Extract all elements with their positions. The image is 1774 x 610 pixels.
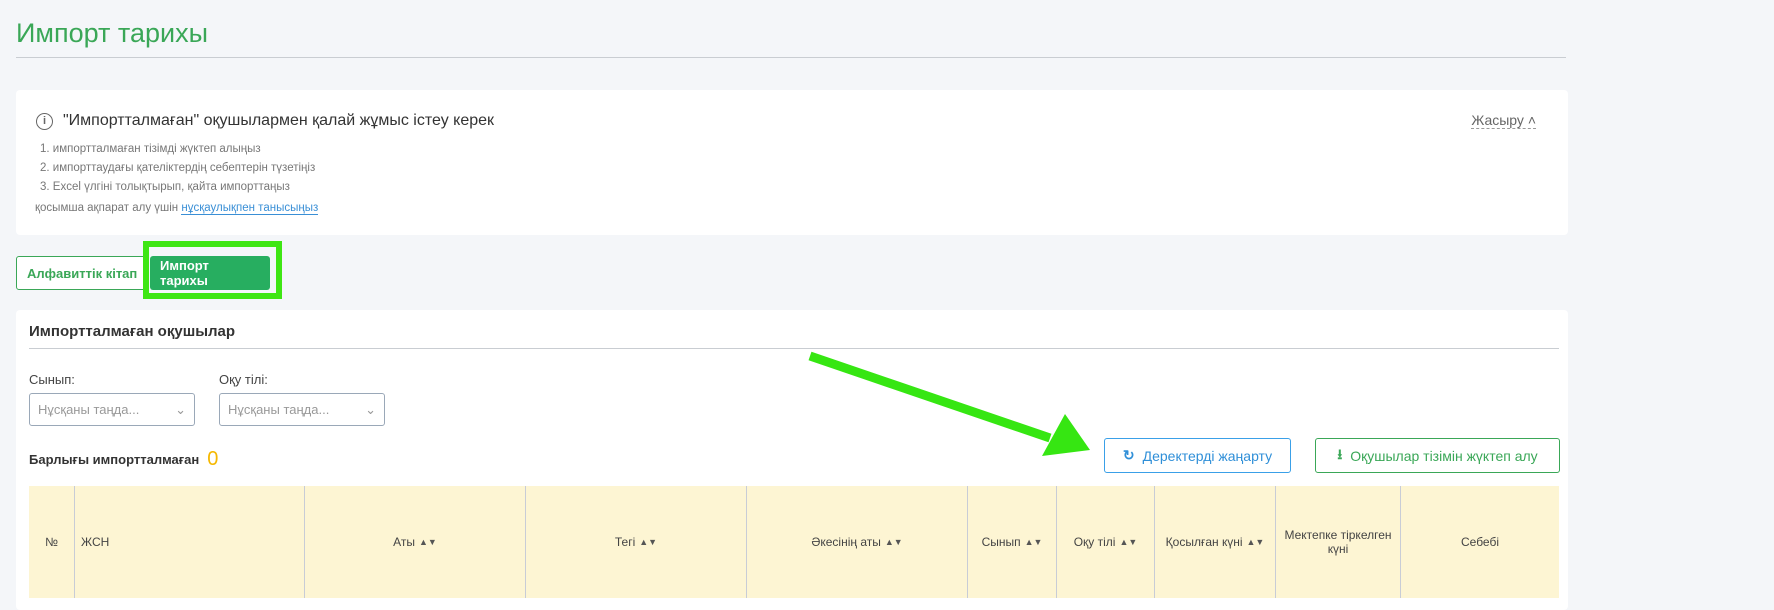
arrow-shaft [808,351,1052,443]
annotation-arrow [808,351,1090,456]
